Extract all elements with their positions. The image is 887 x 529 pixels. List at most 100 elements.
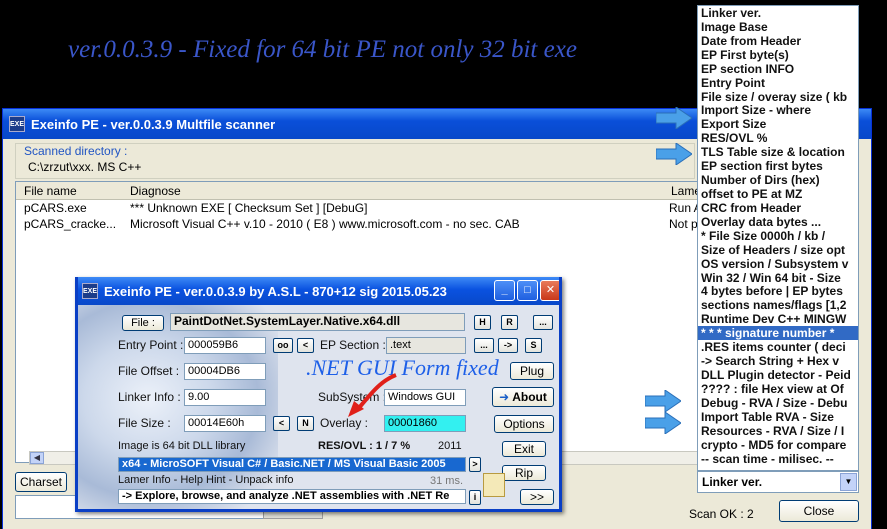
list-item[interactable]: TLS Table size & location [698, 145, 858, 159]
scroll-left-icon[interactable]: ◀ [30, 452, 44, 464]
list-item[interactable]: ???? : file Hex view at Of [698, 382, 858, 396]
list-item[interactable]: Linker ver. [698, 6, 858, 20]
scanned-directory-label: Scanned directory : [24, 144, 128, 158]
list-item[interactable]: EP section first bytes [698, 159, 858, 173]
year-text: 2011 [438, 440, 462, 452]
list-item[interactable]: offset to PE at MZ [698, 187, 858, 201]
list-item[interactable]: crypto - MD5 for compare [698, 438, 858, 452]
list-item[interactable]: Resources - RVA / Size / I [698, 424, 858, 438]
about-icon: ➜ [499, 390, 510, 404]
exit-button[interactable]: Exit [502, 441, 546, 457]
file-offset-label: File Offset : [118, 364, 180, 378]
column-file-name[interactable]: File name [24, 184, 77, 198]
res-ovl-text: RES/OVL : 1 / 7 % [318, 440, 411, 452]
list-item[interactable]: EP First byte(s) [698, 48, 858, 62]
size-prev-button[interactable]: < [273, 416, 290, 431]
about-button[interactable]: ➜ About [492, 387, 554, 407]
file-path-field[interactable]: PaintDotNet.SystemLayer.Native.x64.dll [170, 313, 465, 331]
scan-ok-status: Scan OK : 2 [689, 507, 754, 521]
charset-button[interactable]: Charset [15, 472, 67, 492]
list-item[interactable]: Import Table RVA - Size [698, 410, 858, 424]
list-item[interactable]: EP section INFO [698, 62, 858, 76]
scanner-title: Exeinfo PE - ver.0.0.3.9 Multfile scanne… [31, 116, 276, 132]
row-lamer: Not p [669, 217, 698, 231]
list-item[interactable]: Win 32 / Win 64 bit - Size [698, 271, 858, 285]
list-item[interactable]: .RES items counter ( deci [698, 340, 858, 354]
arrow-right-icon [645, 390, 681, 412]
list-item[interactable]: Runtime Dev C++ MINGW [698, 312, 858, 326]
list-item[interactable]: Overlay data bytes ... [698, 215, 858, 229]
image-info-text: Image is 64 bit DLL library [118, 440, 246, 452]
ep-more-button[interactable]: ... [474, 338, 494, 353]
combo-value: Linker ver. [702, 475, 763, 489]
detection-result-field[interactable]: x64 - MicroSOFT Visual C# / Basic.NET / … [118, 457, 466, 472]
list-item[interactable]: Size of Headers / size opt [698, 243, 858, 257]
arrow-right-icon [645, 412, 681, 434]
maximize-icon[interactable]: □ [517, 280, 538, 301]
r-button[interactable]: R [501, 315, 518, 330]
file-size-field[interactable]: 00014E60h [184, 415, 266, 432]
list-item[interactable]: Entry Point [698, 76, 858, 90]
plug-button[interactable]: Plug [510, 362, 554, 380]
list-item[interactable]: 4 bytes before | EP bytes [698, 284, 858, 298]
ep-section-field[interactable]: .text [386, 337, 466, 354]
list-item[interactable]: RES/OVL % [698, 131, 858, 145]
list-item[interactable]: CRC from Header [698, 201, 858, 215]
n-button[interactable]: N [297, 416, 314, 431]
row-diagnose: Microsoft Visual C++ v.10 - 2010 ( E8 ) … [130, 217, 520, 231]
list-item[interactable]: -- scan time - milisec. -- [698, 452, 858, 466]
table-row[interactable]: pCARS_cracke... Microsoft Visual C++ v.1… [16, 216, 704, 232]
oo-button[interactable]: oo [273, 338, 293, 353]
about-label: About [512, 390, 547, 404]
next-button[interactable]: >> [520, 489, 554, 505]
minimize-icon[interactable]: _ [494, 280, 515, 301]
chevron-down-icon[interactable]: ▼ [840, 473, 857, 491]
file-button[interactable]: File : [122, 315, 164, 331]
file-offset-field[interactable]: 00004DB6 [184, 363, 266, 380]
headline: ver.0.0.3.9 - Fixed for 64 bit PE not on… [68, 36, 577, 63]
linker-info-field[interactable]: 9.00 [184, 389, 266, 406]
list-item[interactable]: OS version / Subsystem v [698, 257, 858, 271]
arrow-right-icon [656, 107, 692, 129]
info-icon[interactable]: i [469, 490, 481, 505]
certificate-icon[interactable] [483, 473, 505, 497]
list-item[interactable]: -> Search String + Hex v [698, 354, 858, 368]
table-row[interactable]: pCARS.exe *** Unknown EXE [ Checksum Set… [16, 200, 704, 216]
app-icon: EXE [9, 116, 25, 132]
list-item[interactable]: * * * signature number * [698, 326, 858, 341]
hint-field[interactable]: -> Explore, browse, and analyze .NET ass… [118, 489, 466, 504]
column-select-combo[interactable]: Linker ver. ▼ [697, 471, 859, 493]
row-file: pCARS.exe [24, 201, 87, 215]
prev-button[interactable]: < [297, 338, 314, 353]
rip-button[interactable]: Rip [502, 465, 546, 481]
list-item[interactable]: * File Size 0000h / kb / [698, 229, 858, 243]
list-item[interactable]: sections names/flags [1,2 [698, 298, 858, 312]
row-diagnose: *** Unknown EXE [ Checksum Set ] [DebuG] [130, 201, 368, 215]
file-size-label: File Size : [118, 416, 171, 430]
app-icon: EXE [82, 283, 98, 299]
options-button[interactable]: Options [494, 415, 554, 433]
ep-go-button[interactable]: -> [498, 338, 518, 353]
list-item[interactable]: File size / overay size ( kb [698, 90, 858, 104]
close-button[interactable]: Close [779, 500, 859, 522]
column-diagnose[interactable]: Diagnose [130, 184, 181, 198]
s-button[interactable]: S [525, 338, 542, 353]
list-item[interactable]: Debug - RVA / Size - Debu [698, 396, 858, 410]
list-item[interactable]: Number of Dirs (hex) [698, 173, 858, 187]
arrow-right-icon [656, 143, 692, 165]
list-item[interactable]: Date from Header [698, 34, 858, 48]
close-icon[interactable]: ✕ [540, 280, 559, 301]
column-select-list[interactable]: Linker ver. Image Base Date from Header EP … [697, 5, 859, 471]
scanned-directory-group: Scanned directory : C:\zrzut\xxx. MS C++ [15, 143, 695, 179]
list-header: File name Diagnose Lamer [16, 182, 705, 200]
entry-point-field[interactable]: 000059B6 [184, 337, 266, 354]
detection-next-icon[interactable]: > [469, 457, 481, 472]
linker-info-label: Linker Info : [118, 390, 181, 404]
list-item[interactable]: Import Size - where [698, 103, 858, 117]
browse-button[interactable]: ... [533, 315, 553, 330]
h-button[interactable]: H [474, 315, 491, 330]
list-item[interactable]: DLL Plugin detector - Peid [698, 368, 858, 382]
list-item[interactable]: Export Size [698, 117, 858, 131]
list-item[interactable]: Image Base [698, 20, 858, 34]
main-title-bar[interactable]: EXE Exeinfo PE - ver.0.0.3.9 by A.S.L - … [78, 277, 559, 305]
